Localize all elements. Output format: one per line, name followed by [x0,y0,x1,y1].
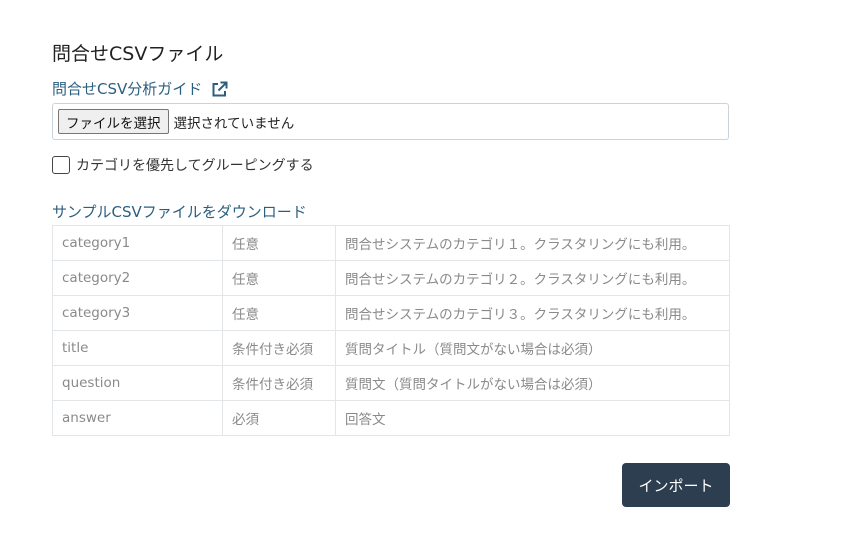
field-description-cell: 質問タイトル（質問文がない場合は必須） [335,330,730,366]
field-requirement-cell: 条件付き必須 [222,330,336,366]
field-requirement-cell: 任意 [222,295,336,331]
field-requirement-cell: 条件付き必須 [222,365,336,401]
table-row: category1 任意 問合せシステムのカテゴリ１。クラスタリングにも利用。 [52,225,730,261]
csv-guide-link[interactable]: 問合せCSV分析ガイド [52,78,228,100]
grouping-checkbox-label: カテゴリを優先してグルーピングする [76,158,314,174]
table-row: answer 必須 回答文 [52,400,730,436]
csv-fields-table: category1 任意 問合せシステムのカテゴリ１。クラスタリングにも利用。 cat… [52,225,730,436]
field-requirement-cell: 任意 [222,260,336,296]
section-title: 問合せCSVファイル [52,43,224,65]
field-description-cell: 質問文（質問タイトルがない場合は必須） [335,365,730,401]
csv-guide-link-label: 問合せCSV分析ガイド [52,80,203,98]
table-row: category2 任意 問合せシステムのカテゴリ２。クラスタリングにも利用。 [52,260,730,296]
field-description-cell: 問合せシステムのカテゴリ３。クラスタリングにも利用。 [335,295,730,331]
field-name-cell: category3 [52,295,223,331]
external-link-icon [211,81,228,98]
file-status-text: 選択されていません [173,115,295,132]
table-row: question 条件付き必須 質問文（質問タイトルがない場合は必須） [52,365,730,401]
file-input-field[interactable]: ファイルを選択 選択されていません [52,103,729,140]
import-button[interactable]: インポート [622,463,730,507]
field-name-cell: category2 [52,260,223,296]
field-name-cell: answer [52,400,223,436]
field-requirement-cell: 必須 [222,400,336,436]
table-row: title 条件付き必須 質問タイトル（質問文がない場合は必須） [52,330,730,366]
field-description-cell: 問合せシステムのカテゴリ２。クラスタリングにも利用。 [335,260,730,296]
field-description-cell: 回答文 [335,400,730,436]
grouping-checkbox[interactable] [52,156,70,174]
choose-file-button[interactable]: ファイルを選択 [58,109,169,134]
field-name-cell: title [52,330,223,366]
grouping-option[interactable]: カテゴリを優先してグルーピングする [52,155,314,175]
field-requirement-cell: 任意 [222,225,336,261]
field-name-cell: category1 [52,225,223,261]
field-description-cell: 問合せシステムのカテゴリ１。クラスタリングにも利用。 [335,225,730,261]
field-name-cell: question [52,365,223,401]
sample-csv-download-link[interactable]: サンプルCSVファイルをダウンロード [52,201,307,223]
table-row: category3 任意 問合せシステムのカテゴリ３。クラスタリングにも利用。 [52,295,730,331]
